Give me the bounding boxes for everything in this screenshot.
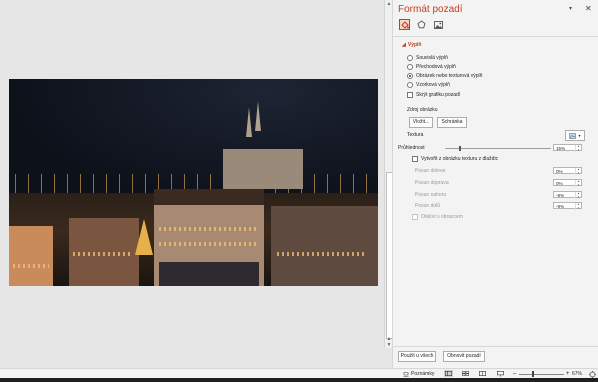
radio-button[interactable] [407,82,413,88]
radio-button[interactable] [407,55,413,61]
radio-picture-texture-fill[interactable]: Obrázek nebo texturová výplň [407,73,482,79]
checkbox-label: Vytvořit z obrázku texturu z dlaždic [421,156,499,162]
taskbar-strip [0,378,598,382]
picture-icon[interactable] [433,19,444,30]
effects-pentagon-icon[interactable] [416,19,427,30]
offset-top-spinner[interactable]: -9% ▴ ▾ [553,191,582,199]
offset-right-value: 0% [556,181,563,186]
offset-left-spinner[interactable]: 0% ▴ ▾ [553,167,582,175]
slide-background-photo[interactable] [9,79,378,286]
market-stalls [159,262,259,286]
cathedral-spire-left [246,107,252,137]
pane-title: Formát pozadí [398,4,463,15]
texture-label: Textura [407,132,424,138]
building-roof [154,189,264,205]
radio-pattern-fill[interactable]: Vzorková výplň [407,82,450,88]
radio-solid-fill[interactable]: Souvislá výplň [407,55,448,61]
collapse-triangle-icon: ◢ [402,42,406,48]
transparency-value: 15% [556,146,566,151]
pane-options-chevron-icon[interactable]: ▾ [569,5,572,12]
pane-footer: Použít u všech Obnovit pozadí [393,346,598,369]
spinner-arrows-icon[interactable]: ▴ ▾ [575,179,581,187]
zoom-slider-thumb[interactable] [532,371,534,377]
cathedral-spire-right [255,101,261,131]
texture-swatch-icon [569,132,577,139]
radio-label: Souvislá výplň [416,55,448,61]
insert-button[interactable]: Vložit... [409,117,433,128]
close-icon[interactable]: ✕ [585,4,592,13]
building-windows [277,252,367,256]
radio-label: Přechodová výplň [416,64,456,70]
clipboard-button[interactable]: Schránka [437,117,467,128]
slide-canvas-area [0,0,384,368]
spinner-arrows-icon[interactable]: ▴ ▾ [575,202,581,210]
offset-bottom-spinner[interactable]: -9% ▴ ▾ [553,202,582,210]
notes-button[interactable]: Poznámky [403,370,434,378]
transparency-spinner[interactable]: 15% ▴ ▾ [553,144,582,152]
spinner-arrows-icon[interactable]: ▴ ▾ [575,167,581,175]
checkbox-tile-picture[interactable]: Vytvořit z obrázku texturu z dlaždic [412,156,498,162]
zoom-in-button[interactable]: + [566,370,570,378]
slide-sorter-icon[interactable] [461,370,470,377]
reading-view-icon[interactable] [478,370,487,377]
notes-icon [403,371,409,377]
fit-slide-icon[interactable] [588,370,596,378]
chevron-down-icon: ▾ [578,133,581,138]
building [9,226,53,286]
fill-section-label: Výplň [407,42,422,48]
building-windows [159,227,259,231]
notes-label: Poznámky [411,371,435,377]
building-windows [73,252,133,256]
format-background-pane: Formát pozadí ▾ ✕ ◢ Výplň Souvislá výplň… [392,0,598,369]
cathedral-body [223,149,303,189]
zoom-out-button[interactable]: – [513,370,516,378]
building-windows [13,264,49,268]
radio-label: Obrázek nebo texturová výplň [416,73,483,79]
normal-view-icon[interactable] [444,370,453,377]
transparency-slider-thumb[interactable] [459,146,461,151]
offset-right-spinner[interactable]: 0% ▴ ▾ [553,179,582,187]
offset-bottom-label: Posun dolů [415,203,441,209]
radio-gradient-fill[interactable]: Přechodová výplň [407,64,456,70]
texture-dropdown[interactable]: ▾ [565,130,585,141]
radio-button[interactable] [407,64,413,70]
offset-left-value: 0% [556,169,563,174]
radio-button-selected[interactable] [407,73,413,79]
fill-effects-icon[interactable] [399,19,410,30]
offset-top-label: Posun nahoru [415,192,447,198]
checkbox-label: Otáčet s obrazcem [421,214,463,220]
apply-to-all-button[interactable]: Použít u všech [398,351,436,362]
zoom-level[interactable]: 67% [572,370,582,378]
transparency-label: Průhlednost [398,145,425,151]
checkbox-hide-background-graphics[interactable]: Skrýt grafiku pozadí [407,92,460,98]
fill-section-header[interactable]: ◢ Výplň [402,42,421,48]
radio-label: Vzorková výplň [416,82,450,88]
checkbox-disabled [412,214,418,220]
checkbox-label: Skrýt grafiku pozadí [416,92,461,98]
slideshow-icon[interactable] [496,370,505,377]
reset-background-button[interactable]: Obnovit pozadí [443,351,485,362]
christmas-tree [135,219,153,255]
offset-top-value: -9% [556,193,565,198]
offset-left-label: Posun doleva [415,168,446,174]
pane-divider [393,36,598,37]
building [271,206,378,286]
zoom-slider-track[interactable] [519,374,564,375]
picture-source-label: Zdroj obrázku [407,107,438,113]
offset-right-label: Posun doprava [415,180,449,186]
checkbox[interactable] [407,92,413,98]
building-windows [159,242,259,246]
checkbox-rotate-with-shape[interactable]: Otáčet s obrazcem [412,214,463,220]
spinner-arrows-icon[interactable]: ▴ ▾ [575,191,581,199]
spinner-arrows-icon[interactable]: ▴ ▾ [575,144,581,152]
offset-bottom-value: -9% [556,204,565,209]
checkbox[interactable] [412,156,418,162]
